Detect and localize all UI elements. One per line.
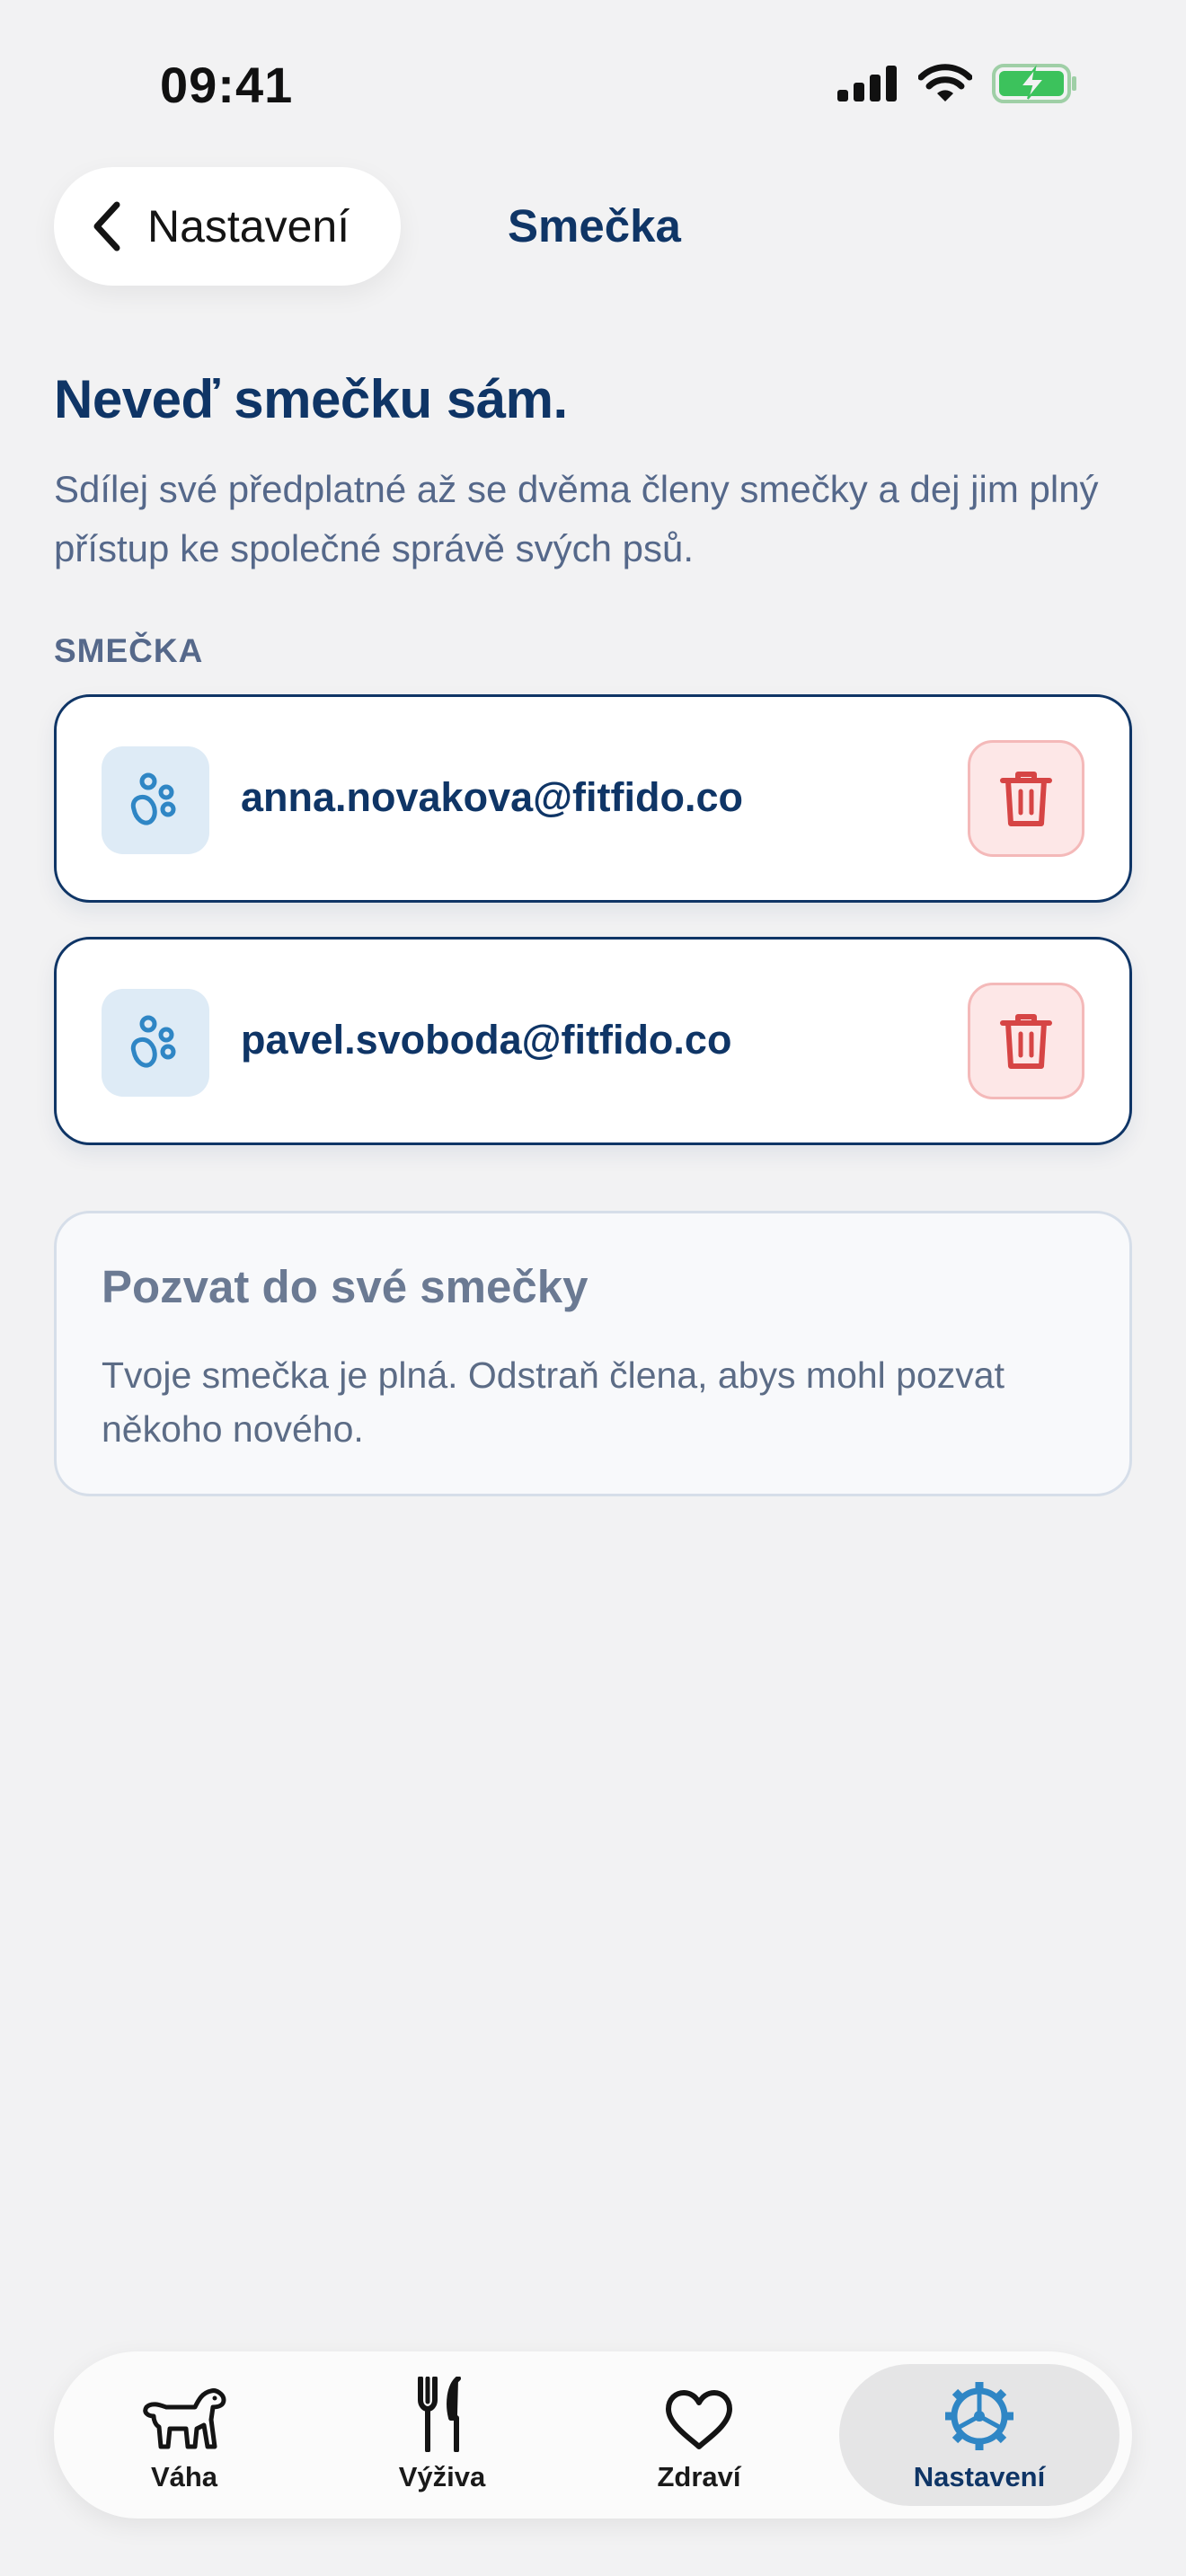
pack-member-card: pavel.svoboda@fitfido.co: [54, 937, 1132, 1145]
status-bar: 09:41: [0, 0, 1186, 171]
member-avatar: [102, 746, 209, 854]
member-avatar: [102, 989, 209, 1097]
invite-title: Pozvat do své smečky: [102, 1261, 589, 1312]
tab-label: Výživa: [398, 2461, 486, 2492]
tab-zdravi[interactable]: Zdraví: [569, 2364, 829, 2506]
tab-label: Váha: [150, 2461, 218, 2492]
tab-vyziva[interactable]: Výživa: [312, 2364, 572, 2506]
pack-member-card: anna.novakova@fitfido.co: [54, 694, 1132, 903]
section-label-pack: SMEČKA: [54, 632, 204, 669]
intro-text: Sdílej své předplatné až se dvěma členy …: [54, 468, 1099, 569]
paw-icon: [130, 1015, 176, 1068]
back-button[interactable]: Nastavení: [54, 167, 401, 286]
tab-vaha[interactable]: Váha: [54, 2364, 314, 2506]
invite-text: Tvoje smečka je plná. Odstraň člena, aby…: [102, 1354, 1005, 1450]
remove-member-button[interactable]: [968, 983, 1084, 1099]
status-time: 09:41: [160, 57, 294, 113]
fork-knife-icon: [418, 2377, 461, 2452]
tab-bar: Váha Výživa Zdraví Nastavení: [54, 2351, 1132, 2519]
remove-member-button[interactable]: [968, 740, 1084, 857]
gear-icon: [945, 2382, 1013, 2450]
battery-charging-icon: [992, 64, 1076, 103]
wifi-icon: [918, 64, 972, 101]
invite-card-disabled: Pozvat do své smečky Tvoje smečka je pln…: [54, 1211, 1132, 1496]
back-button-label: Nastavení: [147, 201, 350, 251]
trash-icon: [1000, 772, 1052, 826]
member-email: pavel.svoboda@fitfido.co: [241, 1017, 732, 1063]
paw-icon: [130, 772, 176, 825]
tab-nastaveni-active[interactable]: Nastavení: [839, 2364, 1120, 2506]
tab-label: Nastavení: [913, 2461, 1046, 2492]
pack-settings-screen: 09:41 Nastavení Smečka Neveď smečku sám.…: [0, 0, 1186, 2576]
heart-icon: [666, 2390, 732, 2449]
dog-icon: [143, 2388, 226, 2449]
chevron-left-icon: [93, 201, 120, 251]
intro-title: Neveď smečku sám.: [54, 369, 568, 429]
trash-icon: [1000, 1014, 1052, 1069]
tab-label: Zdraví: [657, 2461, 741, 2492]
cellular-signal-icon: [837, 66, 897, 101]
member-email: anna.novakova@fitfido.co: [241, 774, 743, 820]
page-title: Smečka: [508, 200, 681, 251]
status-icons: [837, 63, 1078, 104]
